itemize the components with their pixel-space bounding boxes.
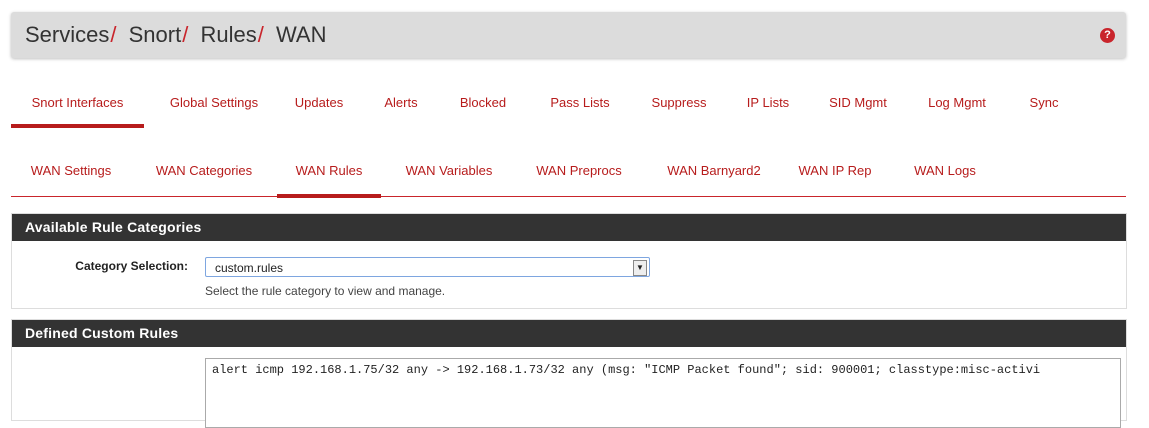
tab-wan-ip-rep[interactable]: WAN IP Rep xyxy=(792,146,878,196)
custom-rules-panel: Defined Custom Rules alert icmp 192.168.… xyxy=(11,319,1127,428)
tab-wan-preprocs[interactable]: WAN Preprocs xyxy=(524,146,634,196)
tab-wan-barnyard2[interactable]: WAN Barnyard2 xyxy=(656,146,772,196)
tab-wan-categories[interactable]: WAN Categories xyxy=(144,146,264,196)
panel-title: Defined Custom Rules xyxy=(12,320,1126,347)
tab-pass-lists[interactable]: Pass Lists xyxy=(541,78,619,128)
category-help-text: Select the rule category to view and man… xyxy=(205,284,446,298)
tab-sid-mgmt[interactable]: SID Mgmt xyxy=(823,78,893,128)
breadcrumb-separator: / xyxy=(257,22,264,47)
tab-snort-interfaces[interactable]: Snort Interfaces xyxy=(11,78,144,128)
custom-rules-textarea[interactable]: alert icmp 192.168.1.75/32 any -> 192.16… xyxy=(205,358,1121,428)
tab-wan-variables[interactable]: WAN Variables xyxy=(394,146,504,196)
tab-wan-settings[interactable]: WAN Settings xyxy=(15,146,127,196)
tab-updates[interactable]: Updates xyxy=(284,78,354,128)
breadcrumb-wan: WAN xyxy=(275,22,327,47)
breadcrumb: Services/ Snort/ Rules/ WAN xyxy=(25,22,326,48)
main-nav-tabs: Snort Interfaces Global Settings Updates… xyxy=(11,78,1126,128)
page-header: Services/ Snort/ Rules/ WAN ? xyxy=(11,12,1126,58)
chevron-down-icon[interactable]: ▼ xyxy=(633,260,647,276)
breadcrumb-separator: / xyxy=(182,22,189,47)
tab-wan-rules[interactable]: WAN Rules xyxy=(277,146,381,198)
tab-sync[interactable]: Sync xyxy=(1024,78,1064,128)
tab-global-settings[interactable]: Global Settings xyxy=(154,78,274,128)
question-circle-icon[interactable]: ? xyxy=(1100,28,1115,43)
breadcrumb-services[interactable]: Services xyxy=(25,22,109,47)
breadcrumb-separator: / xyxy=(110,22,117,47)
tab-blocked[interactable]: Blocked xyxy=(453,78,513,128)
category-select-value: custom.rules xyxy=(215,261,284,275)
tab-log-mgmt[interactable]: Log Mgmt xyxy=(919,78,995,128)
panel-title: Available Rule Categories xyxy=(12,214,1126,241)
category-select[interactable]: custom.rules ▼ xyxy=(205,257,650,277)
breadcrumb-snort[interactable]: Snort xyxy=(129,22,182,47)
tab-suppress[interactable]: Suppress xyxy=(644,78,714,128)
tab-alerts[interactable]: Alerts xyxy=(378,78,424,128)
breadcrumb-rules[interactable]: Rules xyxy=(200,22,256,47)
category-selection-label: Category Selection: xyxy=(75,259,188,273)
tab-wan-logs[interactable]: WAN Logs xyxy=(905,146,985,196)
interface-tabs: WAN Settings WAN Categories WAN Rules WA… xyxy=(11,146,1126,198)
tab-ip-lists[interactable]: IP Lists xyxy=(739,78,797,128)
rule-categories-panel: Available Rule Categories Category Selec… xyxy=(11,213,1127,309)
